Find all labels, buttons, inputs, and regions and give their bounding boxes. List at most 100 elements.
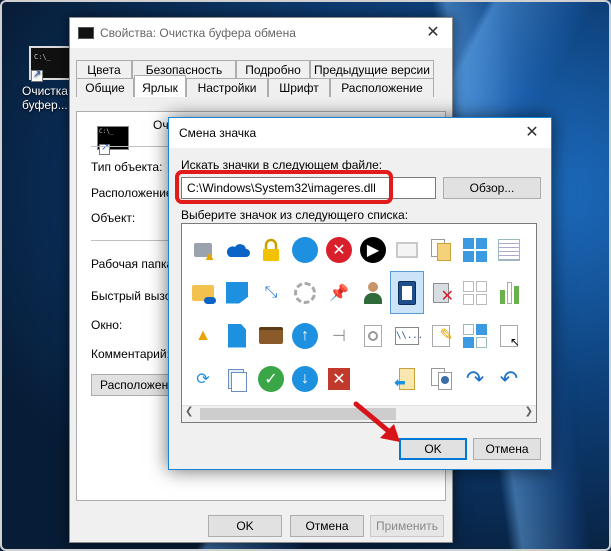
redo-icon: ↷ [465, 365, 485, 391]
cursor-page-icon: ↖ [496, 323, 522, 349]
lock-icon [258, 237, 284, 263]
icon-cell[interactable]: \\... [390, 314, 424, 357]
tab-options[interactable]: Настройки [186, 78, 268, 97]
start-in-label: Рабочая папка: [91, 257, 177, 271]
horizontal-scrollbar[interactable]: ❮ ❯ [182, 405, 536, 422]
icon-file-path-input[interactable]: C:\Windows\System32\imageres.dll [181, 177, 436, 199]
change-icon-dialog: Смена значка ✕ Искать значки в следующем… [168, 117, 552, 470]
properties-titlebar[interactable]: Свойства: Очистка буфера обмена ✕ [70, 18, 452, 48]
icon-cell[interactable]: ⤡ [254, 271, 288, 314]
tab-colors[interactable]: Цвета [76, 60, 132, 79]
icon-cell[interactable] [254, 314, 288, 357]
ok-button[interactable]: OK [399, 438, 467, 460]
pin-horizontal-icon: ⊣ [332, 327, 346, 345]
comment-label: Комментарий: [91, 347, 170, 361]
icon-cell[interactable] [288, 228, 322, 271]
search-label: Искать значки в следующем файле: [181, 158, 383, 172]
tab-shortcut[interactable]: Ярлык [134, 75, 186, 97]
icon-cell[interactable]: ▲ [186, 314, 220, 357]
icon-cell[interactable] [390, 228, 424, 271]
icon-cell[interactable] [492, 271, 526, 314]
tab-previous-versions[interactable]: Предыдущие версии [310, 60, 434, 79]
icon-cell[interactable] [254, 228, 288, 271]
document-stack-icon [224, 366, 250, 392]
tab-layout[interactable]: Расположение [330, 78, 434, 97]
icon-cell[interactable]: ✕ [424, 271, 458, 314]
screen-shortcut-icon [394, 237, 420, 263]
icon-cell[interactable] [458, 228, 492, 271]
icon-cell[interactable] [492, 228, 526, 271]
scrollbar-thumb[interactable] [200, 408, 396, 420]
dialog-title: Смена значка [179, 126, 257, 140]
icon-cell[interactable] [458, 314, 492, 357]
icon-cell[interactable]: ✕ [322, 357, 356, 400]
close-icon[interactable]: ✕ [420, 22, 446, 44]
icon-cell-selected[interactable] [390, 271, 424, 314]
icon-cell[interactable] [220, 228, 254, 271]
icon-cell[interactable]: ▶ [356, 228, 390, 271]
down-arrow-circle-icon: ↓ [292, 365, 318, 392]
bar-chart-icon [496, 280, 522, 306]
blue-circle-icon [292, 236, 318, 263]
browse-button[interactable]: Обзор... [443, 177, 541, 199]
select-icon-label: Выберите значок из следующего списка: [181, 208, 409, 222]
icon-cell[interactable] [424, 357, 458, 400]
run-label: Окно: [91, 318, 123, 332]
folder-onedrive-warning-icon [190, 280, 216, 306]
ok-button[interactable]: OK [208, 515, 282, 537]
windows-tiles-icon [462, 237, 488, 263]
cancel-button[interactable]: Отмена [290, 515, 364, 537]
icon-cell-empty [356, 357, 390, 400]
icon-cell[interactable] [186, 271, 220, 314]
target-label: Объект: [91, 211, 136, 225]
icon-cell[interactable]: ✕ [322, 228, 356, 271]
play-circle-icon: ▶ [360, 236, 386, 263]
green-check-icon: ✓ [258, 365, 284, 392]
scroll-left-icon[interactable]: ❮ [185, 406, 193, 417]
people-icon [428, 366, 454, 392]
recycle-x-icon: ✕ [428, 280, 454, 306]
tab-font[interactable]: Шрифт [268, 78, 330, 97]
tab-row-1: Цвета Безопасность Подробно Предыдущие в… [76, 60, 434, 79]
blue-document-icon [224, 323, 250, 349]
icon-cell[interactable]: ↶ [492, 357, 526, 400]
icon-cell[interactable] [220, 357, 254, 400]
icon-cell[interactable] [356, 314, 390, 357]
icon-cell[interactable]: ▲ [186, 228, 220, 271]
cancel-button[interactable]: Отмена [473, 438, 541, 460]
sync-icon: ⟳ [196, 370, 210, 388]
close-icon[interactable]: ✕ [519, 122, 545, 144]
clipboard-shortcut-icon [394, 280, 420, 306]
icon-cell[interactable] [356, 271, 390, 314]
tab-general[interactable]: Общие [76, 78, 134, 97]
user-account-icon [360, 280, 386, 306]
scroll-right-icon[interactable]: ❯ [525, 406, 533, 417]
icon-list[interactable]: ▲ ✕ ▶ ⤡ 📌 ✕ ▲ ↑ ⊣ \\... ✎ ↖ ⟳ ✓ ↓ ✕ ⬅ ↷ … [181, 223, 537, 423]
icon-cell[interactable]: ⊣ [322, 314, 356, 357]
icon-cell[interactable]: ✓ [254, 357, 288, 400]
icon-cell[interactable] [220, 271, 254, 314]
icon-cell[interactable]: ⟳ [186, 357, 220, 400]
icon-cell[interactable]: ✎ [424, 314, 458, 357]
target-type-label: Тип объекта: [91, 160, 163, 174]
icon-cell[interactable] [288, 271, 322, 314]
icon-cell[interactable]: ⬅ [390, 357, 424, 400]
shortcut-key-label: Быстрый вызов [91, 289, 178, 303]
shield-disk-warning-icon: ▲ [190, 237, 216, 263]
disc-page-icon [360, 323, 386, 349]
apply-button[interactable]: Применить [370, 515, 444, 537]
icon-cell[interactable]: ↑ [288, 314, 322, 357]
tab-details[interactable]: Подробно [236, 60, 310, 79]
icon-cell[interactable] [220, 314, 254, 357]
icon-cell[interactable] [424, 228, 458, 271]
icon-cell[interactable] [458, 271, 492, 314]
icon-cell[interactable]: ↓ [288, 357, 322, 400]
icon-cell[interactable]: 📌 [322, 271, 356, 314]
grid-icon [462, 280, 488, 306]
folder-arrow-icon: ⬅ [394, 366, 420, 392]
icon-cell[interactable]: ↖ [492, 314, 526, 357]
red-x-circle-icon: ✕ [326, 236, 352, 263]
icon-cell[interactable]: ↷ [458, 357, 492, 400]
red-x-square-icon: ✕ [328, 367, 350, 390]
dialog-titlebar[interactable]: Смена значка ✕ [169, 118, 551, 148]
